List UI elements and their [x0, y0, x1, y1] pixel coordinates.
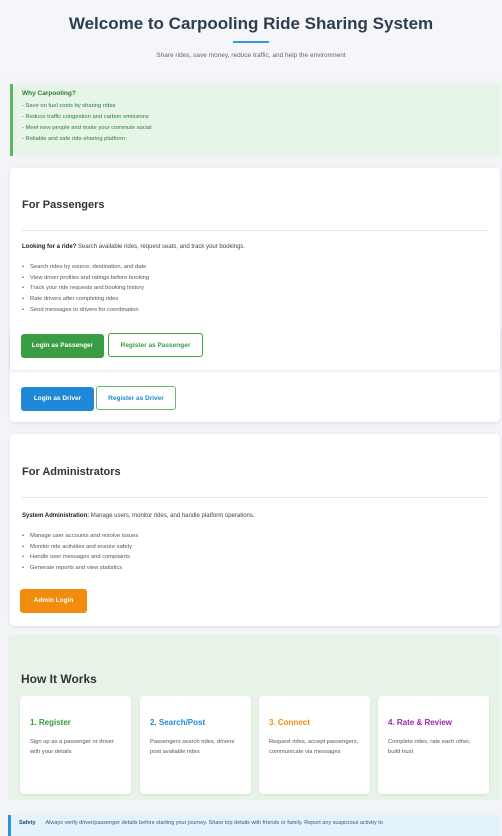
divider: [22, 230, 488, 231]
step-description: Complete rides, rate each other, build t…: [388, 739, 471, 755]
step-title: 1. Register: [30, 718, 71, 727]
administrators-feature-list: Manage user accounts and resolve issues …: [22, 531, 138, 574]
how-it-works-title: How It Works: [21, 672, 97, 686]
administrators-section-title: For Administrators: [22, 466, 121, 478]
register-passenger-button[interactable]: Register as Passenger: [108, 333, 203, 357]
step-card-register: 1. Register Sign up as a passenger or dr…: [20, 696, 131, 794]
admin-login-button[interactable]: Admin Login: [20, 589, 87, 613]
step-description: Sign up as a passenger or driver with yo…: [30, 739, 114, 755]
why-item: - Reduce traffic congestion and carbon e…: [22, 114, 149, 120]
how-it-works-section: How It Works 1. Register Sign up as a pa…: [8, 635, 500, 800]
login-driver-button[interactable]: Login as Driver: [21, 387, 94, 411]
list-item: Handle user messages and complaints: [22, 552, 138, 563]
list-item: Track your ride requests and booking his…: [22, 283, 149, 294]
why-item: - Meet new people and make your commute …: [22, 125, 152, 131]
administrators-intro-text: Manage users, monitor rides, and handle …: [89, 513, 255, 519]
passengers-section-title: For Passengers: [22, 199, 105, 211]
passengers-feature-list: Search rides by source, destination, and…: [22, 262, 149, 316]
safety-label: Safety: [19, 820, 36, 826]
step-title: 2. Search/Post: [150, 718, 206, 727]
step-description: Request rides, accept passengers, commun…: [269, 739, 359, 755]
why-item: - Reliable and safe ride-sharing platfor…: [22, 136, 126, 142]
divider: [22, 497, 488, 498]
why-item: - Save on fuel costs by sharing rides: [22, 103, 116, 109]
step-card-connect: 3. Connect Request rides, accept passeng…: [259, 696, 370, 794]
title-underline: [233, 41, 269, 43]
page-title: Welcome to Carpooling Ride Sharing Syste…: [68, 14, 434, 33]
passengers-intro-lead: Looking for a ride?: [22, 244, 77, 250]
list-item: Generate reports and view statistics: [22, 563, 138, 574]
why-carpooling-title: Why Carpooling?: [22, 90, 76, 97]
administrators-intro-lead: System Administration:: [22, 513, 90, 519]
step-card-rate-review: 4. Rate & Review Complete rides, rate ea…: [378, 696, 489, 794]
step-title: 3. Connect: [269, 718, 310, 727]
list-item: View driver profiles and ratings before …: [22, 273, 149, 284]
why-carpooling-box: Why Carpooling? - Save on fuel costs by …: [10, 84, 500, 156]
step-card-search-post: 2. Search/Post Passengers search rides, …: [140, 696, 251, 794]
step-title: 4. Rate & Review: [388, 718, 453, 727]
page-header: Welcome to Carpooling Ride Sharing Syste…: [0, 0, 502, 72]
list-item: Manage user accounts and resolve issues: [22, 531, 138, 542]
page-subtitle: Share rides, save money, reduce traffic,…: [156, 52, 346, 59]
passengers-card: For Passengers Looking for a ride? Searc…: [10, 168, 500, 370]
administrators-card: For Administrators System Administration…: [10, 434, 500, 626]
register-driver-button[interactable]: Register as Driver: [96, 386, 176, 410]
administrators-intro: System Administration: Manage users, mon…: [22, 513, 255, 519]
safety-notice: Safety Always verify driver/passenger det…: [8, 815, 500, 836]
list-item: Send messages to drivers for coordinatio…: [22, 305, 149, 316]
list-item: Search rides by source, destination, and…: [22, 262, 149, 273]
step-description: Passengers search rides, drivers post av…: [150, 739, 235, 755]
list-item: Rate drivers after completing rides: [22, 294, 149, 305]
passengers-intro-text: Search available rides, request seats, a…: [76, 244, 246, 250]
passengers-intro: Looking for a ride? Search available rid…: [22, 244, 245, 250]
list-item: Monitor ride activities and ensure safet…: [22, 542, 138, 553]
login-passenger-button[interactable]: Login as Passenger: [21, 334, 104, 358]
safety-text: Always verify driver/passenger details b…: [45, 820, 383, 826]
